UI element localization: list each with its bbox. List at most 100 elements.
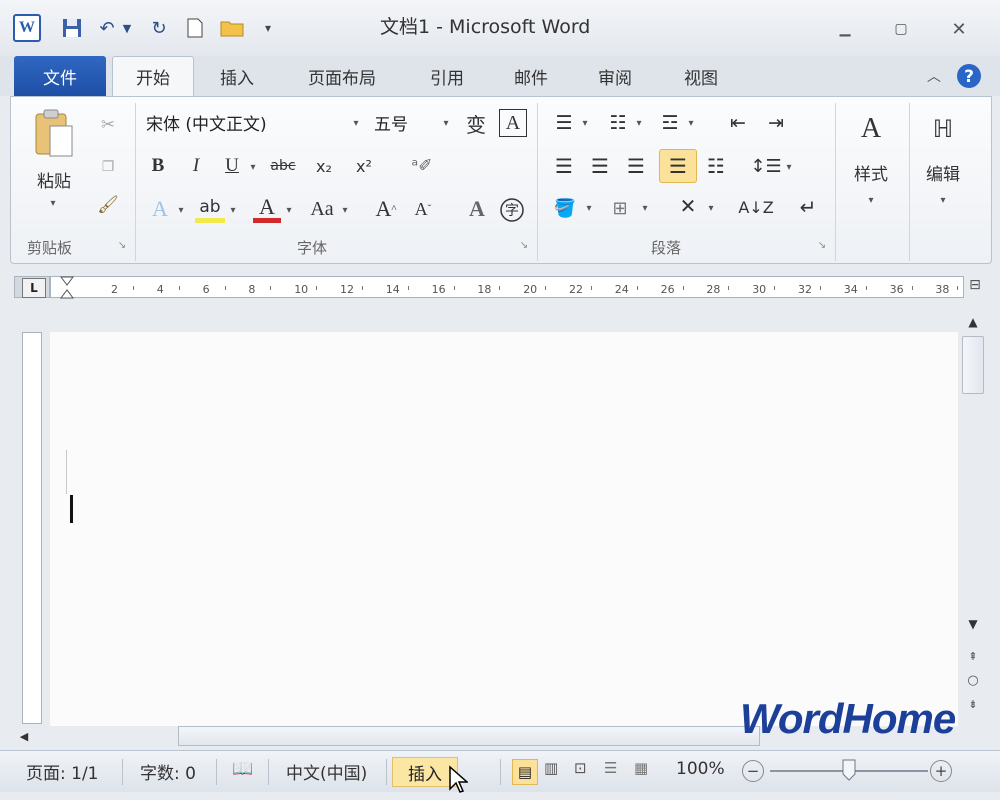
tab-mailings[interactable]: 邮件 (494, 56, 568, 96)
full-screen-reading-icon[interactable]: ▥ (544, 759, 558, 777)
save-icon[interactable] (58, 14, 86, 42)
view-ruler-icon[interactable]: ⊟ (962, 270, 988, 300)
font-launcher-icon[interactable]: ↘ (517, 237, 531, 253)
clear-formatting-icon[interactable]: ᵃ✐ (407, 153, 437, 179)
line-spacing-dropdown-icon[interactable]: ▾ (783, 157, 795, 177)
minimize-ribbon-icon[interactable]: ︿ (922, 56, 946, 96)
highlight-color-icon[interactable]: ab (195, 195, 225, 223)
scroll-down-icon[interactable]: ▼ (962, 614, 984, 634)
vertical-ruler[interactable] (22, 332, 42, 724)
open-folder-icon[interactable] (218, 14, 248, 42)
underline-dropdown-icon[interactable]: ▾ (247, 157, 259, 177)
horizontal-scroll-thumb[interactable] (178, 726, 760, 746)
shading-icon[interactable]: 🪣 (549, 193, 581, 223)
enclose-characters-icon[interactable]: 字 (497, 195, 527, 225)
vertical-scroll-thumb[interactable] (962, 336, 984, 394)
page-count[interactable]: 页面: 1/1 (26, 759, 99, 784)
paste-button[interactable]: 粘贴 (25, 167, 83, 192)
shrink-font-icon[interactable]: Aˇ (409, 195, 437, 223)
text-effects-icon[interactable]: A (145, 195, 175, 223)
tab-insert[interactable]: 插入 (200, 56, 274, 96)
tab-references[interactable]: 引用 (410, 56, 484, 96)
zoom-level[interactable]: 100% (676, 759, 725, 779)
chinese-layout-dropdown-icon[interactable]: ▾ (705, 199, 717, 217)
character-shading-icon[interactable]: A (463, 195, 491, 223)
editing-button[interactable]: 编辑 (913, 157, 973, 187)
decrease-indent-icon[interactable]: ⇤ (723, 109, 753, 137)
format-painter-icon[interactable]: 🖌 (95, 193, 121, 217)
redo-icon[interactable]: ↻ (146, 14, 172, 42)
horizontal-ruler[interactable]: 2 4 6 8 10 12 14 16 18 20 22 24 26 28 30 32 34 36 38 (50, 276, 964, 300)
editing-dropdown-icon[interactable]: ▾ (935, 191, 951, 209)
customize-quick-access-icon[interactable]: ▾ (260, 14, 276, 42)
help-icon[interactable]: ? (954, 56, 984, 96)
change-case-icon[interactable]: Aa (305, 195, 339, 223)
font-name-combo[interactable]: 宋体 (中文正文) (141, 109, 363, 135)
superscript-button[interactable]: x² (349, 153, 379, 179)
tab-selector-button[interactable]: L (22, 278, 46, 298)
undo-dropdown-icon[interactable]: ▼ (120, 14, 134, 42)
font-size-dropdown-icon[interactable]: ▾ (439, 113, 453, 133)
zoom-in-button[interactable]: + (930, 760, 952, 782)
align-center-icon[interactable]: ☰ (585, 151, 615, 181)
align-right-icon[interactable]: ☰ (621, 151, 651, 181)
borders-icon[interactable]: ⊞ (605, 193, 635, 223)
previous-page-icon[interactable]: ⇞ (962, 646, 984, 666)
maximize-button[interactable]: ▢ (888, 18, 914, 40)
italic-button[interactable]: I (183, 153, 209, 179)
web-layout-icon[interactable]: ⊡ (574, 759, 587, 777)
tab-page-layout[interactable]: 页面布局 (290, 56, 394, 96)
proofing-icon[interactable]: 📖 (232, 759, 253, 779)
minimize-button[interactable]: ▁ (832, 18, 858, 40)
font-name-dropdown-icon[interactable]: ▾ (349, 113, 363, 133)
change-case-dropdown-icon[interactable]: ▾ (339, 201, 351, 219)
cut-icon[interactable]: ✂ (95, 113, 121, 137)
font-color-icon[interactable]: A (253, 194, 281, 223)
tab-review[interactable]: 审阅 (578, 56, 652, 96)
close-button[interactable]: ✕ (946, 18, 972, 40)
new-document-icon[interactable] (184, 14, 206, 42)
undo-icon[interactable]: ↶ (94, 14, 120, 42)
bold-button[interactable]: B (145, 153, 171, 179)
multilevel-list-dropdown-icon[interactable]: ▾ (685, 113, 697, 133)
paste-icon[interactable] (29, 105, 79, 163)
paste-dropdown-icon[interactable]: ▾ (41, 195, 65, 211)
borders-dropdown-icon[interactable]: ▾ (639, 199, 651, 217)
word-app-icon[interactable]: W (13, 14, 41, 42)
strikethrough-button[interactable]: abc (263, 153, 303, 179)
styles-dropdown-icon[interactable]: ▾ (863, 191, 879, 209)
copy-icon[interactable]: ❐ (95, 155, 121, 179)
language-status[interactable]: 中文(中国) (286, 759, 367, 784)
character-border-icon[interactable]: A (499, 109, 527, 137)
print-layout-icon[interactable]: ▤ (512, 759, 538, 785)
clipboard-launcher-icon[interactable]: ↘ (115, 237, 129, 253)
scroll-left-icon[interactable]: ◀ (14, 726, 34, 746)
chinese-layout-icon[interactable]: ✕ (671, 191, 705, 221)
zoom-out-button[interactable]: − (742, 760, 764, 782)
styles-button[interactable]: 样式 (841, 157, 901, 187)
line-spacing-icon[interactable]: ↕☰ (750, 151, 781, 181)
bullets-icon[interactable]: ☰ (549, 109, 579, 137)
underline-button[interactable]: U (219, 153, 245, 179)
numbering-dropdown-icon[interactable]: ▾ (633, 113, 645, 133)
phonetic-guide-icon[interactable]: 变 (461, 109, 491, 137)
select-browse-object-icon[interactable]: ○ (962, 670, 984, 690)
indent-marker-icon[interactable] (59, 276, 75, 300)
shading-dropdown-icon[interactable]: ▾ (583, 199, 595, 217)
outline-icon[interactable]: ☰ (604, 759, 617, 777)
text-effects-dropdown-icon[interactable]: ▾ (175, 201, 187, 219)
tab-file[interactable]: 文件 (14, 56, 106, 96)
sort-icon[interactable]: A↓Z (738, 191, 773, 223)
justify-icon[interactable]: ☰ (659, 149, 697, 183)
tab-home[interactable]: 开始 (112, 56, 194, 96)
bullets-dropdown-icon[interactable]: ▾ (579, 113, 591, 133)
tab-view[interactable]: 视图 (664, 56, 738, 96)
styles-icon[interactable]: A (849, 111, 893, 147)
draft-icon[interactable]: ▦ (634, 759, 648, 777)
subscript-button[interactable]: x₂ (309, 153, 339, 179)
document-page[interactable] (50, 332, 958, 726)
numbering-icon[interactable]: ☷ (603, 109, 633, 137)
font-color-dropdown-icon[interactable]: ▾ (283, 201, 295, 219)
show-paragraph-marks-icon[interactable]: ↵ (793, 191, 823, 223)
scroll-up-icon[interactable]: ▲ (962, 312, 984, 332)
